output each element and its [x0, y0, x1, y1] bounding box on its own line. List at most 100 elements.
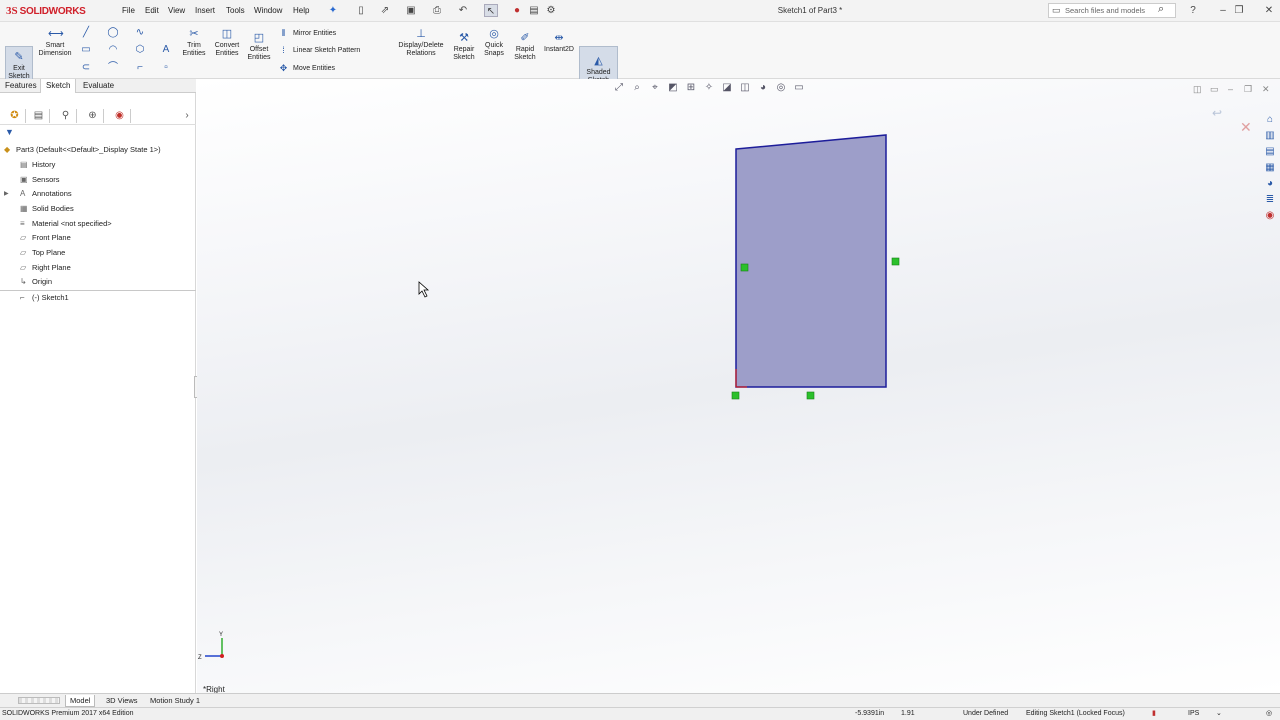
dimxpert-tab-icon[interactable]: ⊕: [82, 109, 104, 123]
view-palette-icon[interactable]: ▦: [1262, 160, 1278, 176]
tab-3d-views[interactable]: 3D Views: [102, 695, 142, 707]
vertical-relation-icon[interactable]: [740, 263, 749, 272]
tree-item-front-plane[interactable]: ▱ Front Plane: [0, 231, 196, 245]
propertymanager-tab-icon[interactable]: ▤: [28, 109, 50, 123]
apply-scene-icon[interactable]: ◎: [774, 82, 788, 96]
tree-item-origin[interactable]: ↳ Origin: [0, 275, 196, 289]
tab-scroll-control[interactable]: [18, 697, 60, 704]
quick-snaps-button[interactable]: ◎ Quick Snaps: [481, 28, 507, 58]
undo-icon[interactable]: ↶: [456, 4, 470, 17]
polygon-icon[interactable]: ⬡: [134, 44, 146, 56]
view-orientation-icon[interactable]: ✧: [702, 82, 716, 96]
file-explorer-icon[interactable]: ▤: [1262, 144, 1278, 160]
menu-insert[interactable]: Insert: [195, 6, 215, 15]
tree-item-material[interactable]: ≡ Material <not specified>: [0, 217, 196, 231]
text-icon[interactable]: A: [160, 44, 172, 56]
previous-view-icon[interactable]: ⌖: [648, 82, 662, 96]
fillet-icon[interactable]: ⌒: [107, 62, 119, 74]
solidworks-resources-icon[interactable]: ⌂: [1262, 112, 1278, 128]
tab-evaluate[interactable]: Evaluate: [78, 79, 119, 93]
options-gear-icon[interactable]: ⚙: [544, 4, 558, 17]
rectangle-icon[interactable]: ▭: [80, 44, 92, 56]
mirror-entities-button[interactable]: ⫴ Mirror Entities: [278, 28, 337, 39]
offset-entities-button[interactable]: ◰ Offset Entities: [244, 32, 274, 62]
tree-item-sensors[interactable]: ▣ Sensors: [0, 173, 196, 187]
zoom-to-fit-icon[interactable]: ⤢: [612, 82, 626, 96]
hide-show-items-icon[interactable]: ◫: [738, 82, 752, 96]
dynamic-annotation-icon[interactable]: ⊞: [684, 82, 698, 96]
tab-model[interactable]: Model: [65, 695, 96, 707]
customize-statusbar-icon[interactable]: ◎: [1266, 708, 1272, 720]
unit-system[interactable]: IPS: [1188, 708, 1199, 720]
custom-properties-icon[interactable]: ≣: [1262, 192, 1278, 208]
edit-appearance-icon[interactable]: ◕: [756, 82, 770, 96]
restore-icon[interactable]: ❐: [1232, 4, 1246, 17]
graphics-area[interactable]: Y Z: [197, 79, 1280, 693]
expand-arrow-icon[interactable]: ▶: [4, 187, 9, 201]
featuremanager-tab-icon[interactable]: ✪: [4, 109, 26, 123]
pin-icon[interactable]: ✦: [326, 4, 340, 17]
print-icon[interactable]: ⎙: [430, 4, 444, 17]
close-icon[interactable]: ✕: [1262, 4, 1276, 17]
file-properties-icon[interactable]: ▤: [527, 4, 541, 17]
menu-edit[interactable]: Edit: [145, 6, 159, 15]
viewport-tile-icon[interactable]: ◫: [1193, 84, 1202, 95]
linear-sketch-pattern-button[interactable]: ⁞ Linear Sketch Pattern: [278, 45, 360, 55]
spline-icon[interactable]: ∿: [134, 27, 146, 39]
filter-icon[interactable]: ▼: [5, 127, 14, 137]
select-icon[interactable]: ↖: [484, 4, 498, 17]
tree-item-sketch1[interactable]: ⌐ (-) Sketch1: [0, 290, 196, 304]
units-dropdown-icon[interactable]: ⌄: [1216, 708, 1222, 720]
line-icon[interactable]: ╱: [80, 27, 92, 39]
sketch-profile[interactable]: [735, 134, 887, 388]
tree-item-history[interactable]: ▤ History: [0, 158, 196, 172]
display-style-icon[interactable]: ◪: [720, 82, 734, 96]
tree-item-right-plane[interactable]: ▱ Right Plane: [0, 261, 196, 275]
solidworks-logo[interactable]: 3S SOLIDWORKS: [6, 3, 86, 19]
coincident-relation-icon[interactable]: [731, 391, 740, 400]
tab-motion-study[interactable]: Motion Study 1: [146, 695, 204, 707]
rebuild-icon[interactable]: ●: [510, 4, 524, 17]
confirmation-corner-exit-icon[interactable]: ↩: [1212, 106, 1222, 120]
circle-icon[interactable]: ◯: [107, 27, 119, 39]
minimize-icon[interactable]: –: [1216, 4, 1230, 17]
tab-sketch[interactable]: Sketch: [40, 79, 77, 93]
confirmation-corner-cancel-icon[interactable]: ✕: [1240, 119, 1252, 136]
instant2d-button[interactable]: ⇹ Instant2D: [540, 32, 578, 54]
menu-help[interactable]: Help: [293, 6, 309, 15]
horizontal-relation-icon[interactable]: [806, 391, 815, 400]
repair-sketch-button[interactable]: ⚒ Repair Sketch: [450, 32, 478, 62]
rapid-sketch-button[interactable]: ✐ Rapid Sketch: [511, 32, 539, 62]
smart-dimension-button[interactable]: ⟷ Smart Dimension: [37, 28, 73, 58]
displaymanager-tab-icon[interactable]: ◉: [109, 109, 131, 123]
viewport-restore-icon[interactable]: ❐: [1244, 84, 1252, 95]
tree-root[interactable]: ◆ Part3 (Default<<Default>_Display State…: [0, 143, 196, 157]
menu-tools[interactable]: Tools: [226, 6, 245, 15]
save-icon[interactable]: ▣: [404, 4, 418, 17]
menu-view[interactable]: View: [168, 6, 185, 15]
tab-features[interactable]: Features: [0, 79, 42, 93]
design-library-icon[interactable]: ▥: [1262, 128, 1278, 144]
viewport-split-icon[interactable]: ▭: [1210, 84, 1219, 95]
expand-panel-icon[interactable]: ›: [176, 109, 198, 123]
display-delete-relations-button[interactable]: ⊥ Display/Delete Relations: [395, 28, 447, 58]
trim-entities-button[interactable]: ✂ Trim Entities: [180, 28, 208, 58]
slot-icon[interactable]: ⊂: [80, 62, 92, 74]
tree-item-annotations[interactable]: ▶ A Annotations: [0, 187, 196, 201]
new-document-icon[interactable]: ▯: [354, 4, 368, 17]
vertical-relation-icon[interactable]: [891, 257, 900, 266]
arc-icon[interactable]: ◠: [107, 44, 119, 56]
tree-item-solid-bodies[interactable]: ▦ Solid Bodies: [0, 202, 196, 216]
menu-window[interactable]: Window: [254, 6, 282, 15]
menu-file[interactable]: File: [122, 6, 135, 15]
appearances-icon[interactable]: ◕: [1262, 176, 1278, 192]
search-icon[interactable]: ⌕: [1158, 3, 1164, 16]
configurationmanager-tab-icon[interactable]: ⚲: [55, 109, 77, 123]
sketch-point-icon[interactable]: ⌐: [134, 62, 146, 74]
view-settings-icon[interactable]: ▭: [792, 82, 806, 96]
move-entities-button[interactable]: ✥ Move Entities: [278, 63, 335, 74]
rebuild-status-icon[interactable]: ▮: [1152, 708, 1156, 720]
help-icon[interactable]: ?: [1186, 4, 1200, 17]
section-view-icon[interactable]: ◩: [666, 82, 680, 96]
tree-item-top-plane[interactable]: ▱ Top Plane: [0, 246, 196, 260]
